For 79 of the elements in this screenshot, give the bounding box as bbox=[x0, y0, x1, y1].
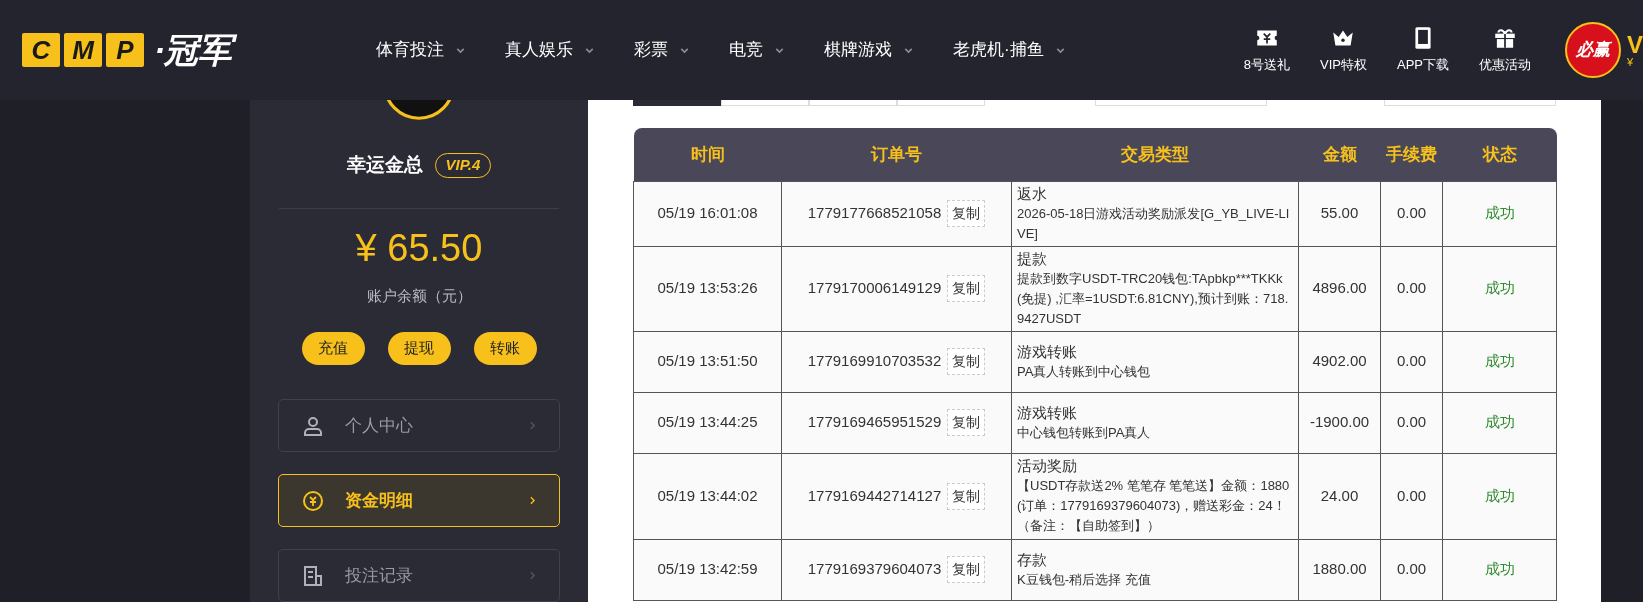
status-text: 成功 bbox=[1442, 181, 1557, 246]
table-cell: 0.00 bbox=[1380, 331, 1443, 392]
nav-item[interactable]: 真人娱乐 bbox=[489, 37, 612, 63]
column-header: 订单号 bbox=[781, 128, 1012, 181]
table-cell: 05/19 13:53:26 bbox=[633, 246, 782, 331]
table-cell: 0.00 bbox=[1380, 453, 1443, 539]
copy-button[interactable]: 复制 bbox=[947, 556, 986, 583]
transaction-type: 游戏转账 bbox=[1017, 341, 1078, 362]
order-number: 1779169442714127 bbox=[807, 485, 942, 506]
transaction-type: 游戏转账 bbox=[1017, 402, 1078, 423]
header-link[interactable]: 8号送礼 bbox=[1243, 25, 1290, 75]
nav-item[interactable]: 电竞 bbox=[713, 37, 802, 63]
nav-item[interactable]: 彩票 bbox=[618, 37, 707, 63]
copy-button[interactable]: 复制 bbox=[947, 348, 986, 375]
balance-amount: ¥ 65.50 bbox=[355, 228, 483, 267]
transaction-type: 提款 bbox=[1017, 248, 1048, 269]
table-cell: 05/19 13:44:02 bbox=[633, 453, 782, 539]
action-button[interactable]: 转账 bbox=[473, 332, 537, 365]
status-text: 成功 bbox=[1442, 246, 1557, 331]
document-icon bbox=[301, 563, 325, 588]
table-cell: 05/19 13:51:50 bbox=[633, 331, 782, 392]
transaction-type: 存款 bbox=[1017, 549, 1048, 570]
status-text: 成功 bbox=[1442, 331, 1557, 392]
table-cell: -1900.00 bbox=[1298, 392, 1381, 453]
table-cell: 0.00 bbox=[1380, 392, 1443, 453]
transaction-detail: 中心钱包转账到PA真人 bbox=[1017, 423, 1152, 442]
order-number: 1779177668521058 bbox=[807, 203, 942, 224]
action-button[interactable]: 充值 bbox=[301, 332, 365, 365]
menu-item[interactable]: 投注记录 bbox=[278, 549, 560, 602]
table-cell: 0.00 bbox=[1380, 539, 1443, 600]
nav-item[interactable]: 体育投注 bbox=[360, 37, 483, 63]
copy-button[interactable]: 复制 bbox=[947, 482, 986, 510]
balance-label: 账户余额（元） bbox=[366, 285, 472, 306]
order-number: 1779170006149129 bbox=[807, 278, 942, 299]
header-link[interactable]: APP下载 bbox=[1396, 25, 1449, 75]
header-link[interactable]: VIP特权 bbox=[1320, 25, 1367, 75]
transaction-detail: K豆钱包-稍后选择 充值 bbox=[1017, 570, 1152, 589]
table-cell: 05/19 13:44:25 bbox=[633, 392, 782, 453]
table-cell: 0.00 bbox=[1380, 181, 1443, 246]
column-header: 手续费 bbox=[1380, 128, 1443, 181]
edge-text: ¥ bbox=[1627, 56, 1635, 68]
transaction-type: 活动奖励 bbox=[1017, 456, 1078, 476]
avatar[interactable]: 必赢 bbox=[1565, 22, 1621, 78]
copy-button[interactable]: 复制 bbox=[947, 275, 986, 302]
status-text: 成功 bbox=[1442, 539, 1557, 600]
status-text: 成功 bbox=[1442, 453, 1557, 539]
transaction-detail: PA真人转账到中心钱包 bbox=[1017, 362, 1152, 381]
column-header: 交易类型 bbox=[1011, 128, 1299, 181]
header-link[interactable]: 优惠活动 bbox=[1479, 25, 1531, 75]
menu-item[interactable]: 资金明细 bbox=[278, 474, 560, 527]
table-cell: 1880.00 bbox=[1298, 539, 1381, 600]
logo[interactable]: C M P ·冠军 bbox=[22, 20, 243, 80]
copy-button[interactable]: 复制 bbox=[947, 409, 986, 436]
transaction-detail: 【USDT存款送2% 笔笔存 笔笔送】金额：1880(订单：1779169379604073)，赠送彩金：24！（备注：【自助签到】） bbox=[1017, 477, 1291, 535]
edge-text: V bbox=[1627, 32, 1643, 57]
column-header: 金额 bbox=[1298, 128, 1381, 181]
nav-item[interactable]: 棋牌游戏 bbox=[808, 37, 931, 63]
table-cell: 05/19 16:01:08 bbox=[633, 181, 782, 246]
transaction-detail: 2026-05-18日游戏活动奖励派发[G_YB_LIVE-LIVE] bbox=[1017, 204, 1291, 243]
table-cell: 4902.00 bbox=[1298, 331, 1381, 392]
transaction-type: 返水 bbox=[1017, 183, 1048, 204]
column-header: 时间 bbox=[633, 128, 782, 181]
table-cell: 24.00 bbox=[1298, 453, 1381, 539]
menu-item[interactable]: 个人中心 bbox=[278, 399, 560, 452]
status-text: 成功 bbox=[1442, 392, 1557, 453]
username: 幸运金总 bbox=[346, 153, 423, 178]
copy-button[interactable]: 复制 bbox=[947, 200, 986, 227]
table-cell: 4896.00 bbox=[1298, 246, 1381, 331]
table-cell: 05/19 13:42:59 bbox=[633, 539, 782, 600]
action-button[interactable]: 提现 bbox=[387, 332, 451, 365]
table-cell: 55.00 bbox=[1298, 181, 1381, 246]
order-number: 1779169465951529 bbox=[807, 412, 942, 433]
order-number: 1779169379604073 bbox=[807, 559, 942, 580]
column-header: 状态 bbox=[1442, 128, 1557, 181]
table-cell: 0.00 bbox=[1380, 246, 1443, 331]
transaction-detail: 提款到数字USDT-TRC20钱包:TApbkp***TKKk(免提) ,汇率=1USDT:6.81CNY),预计到账：718.9427USDT bbox=[1017, 269, 1290, 328]
order-number: 1779169910703532 bbox=[807, 351, 942, 372]
nav-item[interactable]: 老虎机·捕鱼 bbox=[937, 37, 1083, 63]
yuan-coin-icon bbox=[301, 488, 325, 513]
